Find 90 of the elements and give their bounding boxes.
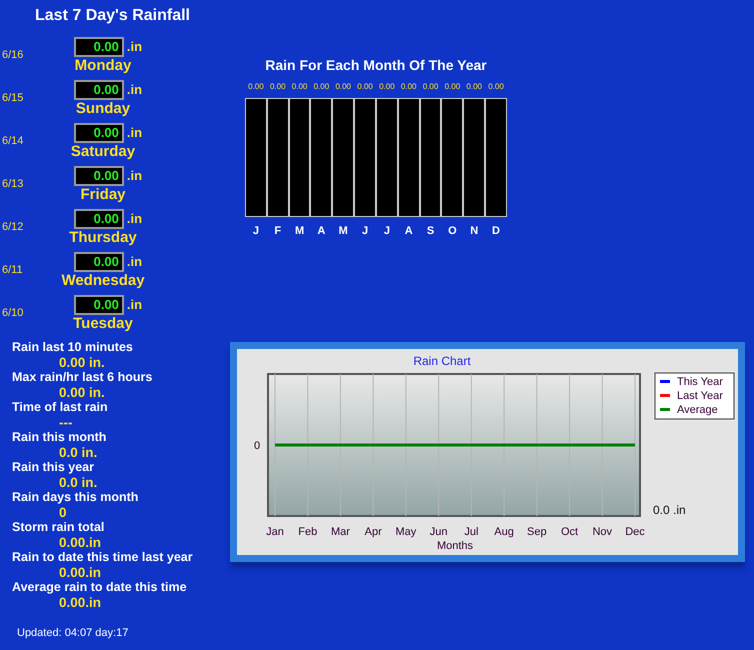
day-name: Wednesday xyxy=(61,272,145,290)
chart-title: Rain Chart xyxy=(413,354,471,368)
stat-value: 0 xyxy=(58,505,68,520)
unit-label: .in xyxy=(126,124,142,142)
x-tick-label: Jan xyxy=(266,526,284,538)
unit-label: .in xyxy=(126,38,142,56)
stat-value: 0.00.in xyxy=(58,565,102,580)
month-value: 0.00 xyxy=(422,81,440,93)
stat-label: Rain to date this time last year xyxy=(12,550,194,565)
x-tick-label: Mar xyxy=(330,526,350,538)
date-label: 6/11 xyxy=(1,263,24,278)
month-value: 0.00 xyxy=(356,81,374,93)
month-value: 0.00 xyxy=(465,81,483,93)
day-name: Saturday xyxy=(70,142,136,160)
month-letter: J xyxy=(360,224,370,239)
x-tick-label: Dec xyxy=(625,526,645,538)
stat-label: Rain this month xyxy=(12,430,108,445)
month-value: 0.00 xyxy=(378,81,396,93)
day-name: Thursday xyxy=(69,228,137,246)
date-label: 6/14 xyxy=(1,134,24,150)
month-letter: J xyxy=(382,224,391,239)
month-value: 0.00 xyxy=(290,81,308,93)
rain-value-display: 0.00 xyxy=(74,166,124,186)
unit-label: .in xyxy=(126,166,142,185)
unit-label: .in xyxy=(126,210,142,228)
month-value: 0.00 xyxy=(268,81,287,93)
stat-value: 0.00 in. xyxy=(58,355,106,370)
month-letter: A xyxy=(404,224,414,239)
x-tick-label: Jul xyxy=(464,526,478,538)
x-tick-label: Jun xyxy=(430,526,448,538)
month-value: 0.00 xyxy=(444,81,462,93)
month-letter: F xyxy=(273,224,282,239)
unit-label: .in xyxy=(126,80,142,99)
stat-label: Storm rain total xyxy=(12,520,106,535)
month-value: 0.00 xyxy=(400,81,418,93)
stat-label: Average rain to date this time xyxy=(12,580,188,595)
x-tick-label: Aug xyxy=(494,526,514,538)
rain-value-display: 0.00 xyxy=(74,252,124,272)
x-axis-title: Months xyxy=(436,540,474,552)
page-title: Last 7 Day's Rainfall xyxy=(34,6,191,26)
day-name: Tuesday xyxy=(73,314,133,332)
legend: This Year Last Year Average xyxy=(654,372,734,419)
x-tick-label: Feb xyxy=(298,526,318,538)
date-label: 6/10 xyxy=(1,306,24,322)
rain-value-display: 0.00 xyxy=(74,294,124,314)
month-letter: D xyxy=(491,224,501,239)
chart-title: Rain For Each Month Of The Year xyxy=(264,56,488,75)
stat-label: Rain last 10 minutes xyxy=(12,340,134,355)
month-value: 0.00 xyxy=(247,81,265,93)
stat-label: Max rain/hr last 6 hours xyxy=(12,370,154,385)
unit-label: .in xyxy=(126,252,142,271)
total-label: 0.0 .in xyxy=(653,502,686,516)
stat-value: 0.00.in xyxy=(58,595,102,610)
month-value: 0.00 xyxy=(312,81,330,93)
x-tick-label: Apr xyxy=(364,526,382,538)
stat-label: Time of last rain xyxy=(12,400,109,415)
month-letter: N xyxy=(469,224,480,239)
unit-label: .in xyxy=(126,296,142,314)
x-tick-label: Nov xyxy=(592,526,612,538)
month-letter: S xyxy=(426,224,436,239)
rain-value-display: 0.00 xyxy=(74,122,124,142)
month-letter: M xyxy=(294,224,306,239)
stat-value: 0.0 in. xyxy=(58,445,98,460)
date-label: 6/12 xyxy=(1,220,24,236)
stat-value: 0.00 in. xyxy=(58,385,106,400)
x-tick-label: Oct xyxy=(560,526,578,538)
rain-value-display: 0.00 xyxy=(74,80,124,100)
day-name: Sunday xyxy=(76,100,130,118)
stat-value: --- xyxy=(58,415,74,430)
month-letter: J xyxy=(252,224,260,239)
updated-time: Updated: 04:07 day:17 xyxy=(16,626,130,641)
month-letter: A xyxy=(316,224,326,239)
month-value: 0.00 xyxy=(487,81,505,93)
stat-value: 0.0 in. xyxy=(58,475,98,490)
stat-value: 0.00.in xyxy=(58,535,102,550)
y-axis-label: 0 xyxy=(254,440,260,452)
x-tick-label: May xyxy=(396,526,416,538)
month-letter: O xyxy=(447,224,458,239)
date-label: 6/16 xyxy=(1,48,24,64)
x-tick-label: Sep xyxy=(527,526,547,538)
month-value: 0.00 xyxy=(334,81,352,93)
stat-label: Rain this year xyxy=(12,460,95,475)
stat-label: Rain days this month xyxy=(12,490,140,505)
date-label: 6/15 xyxy=(1,91,24,106)
rain-value-display: 0.00 xyxy=(74,36,124,56)
day-name: Monday xyxy=(74,56,132,74)
rain-value-display: 0.00 xyxy=(74,208,124,228)
month-letter: M xyxy=(338,224,349,239)
date-label: 6/13 xyxy=(1,177,24,192)
day-name: Friday xyxy=(80,186,126,204)
